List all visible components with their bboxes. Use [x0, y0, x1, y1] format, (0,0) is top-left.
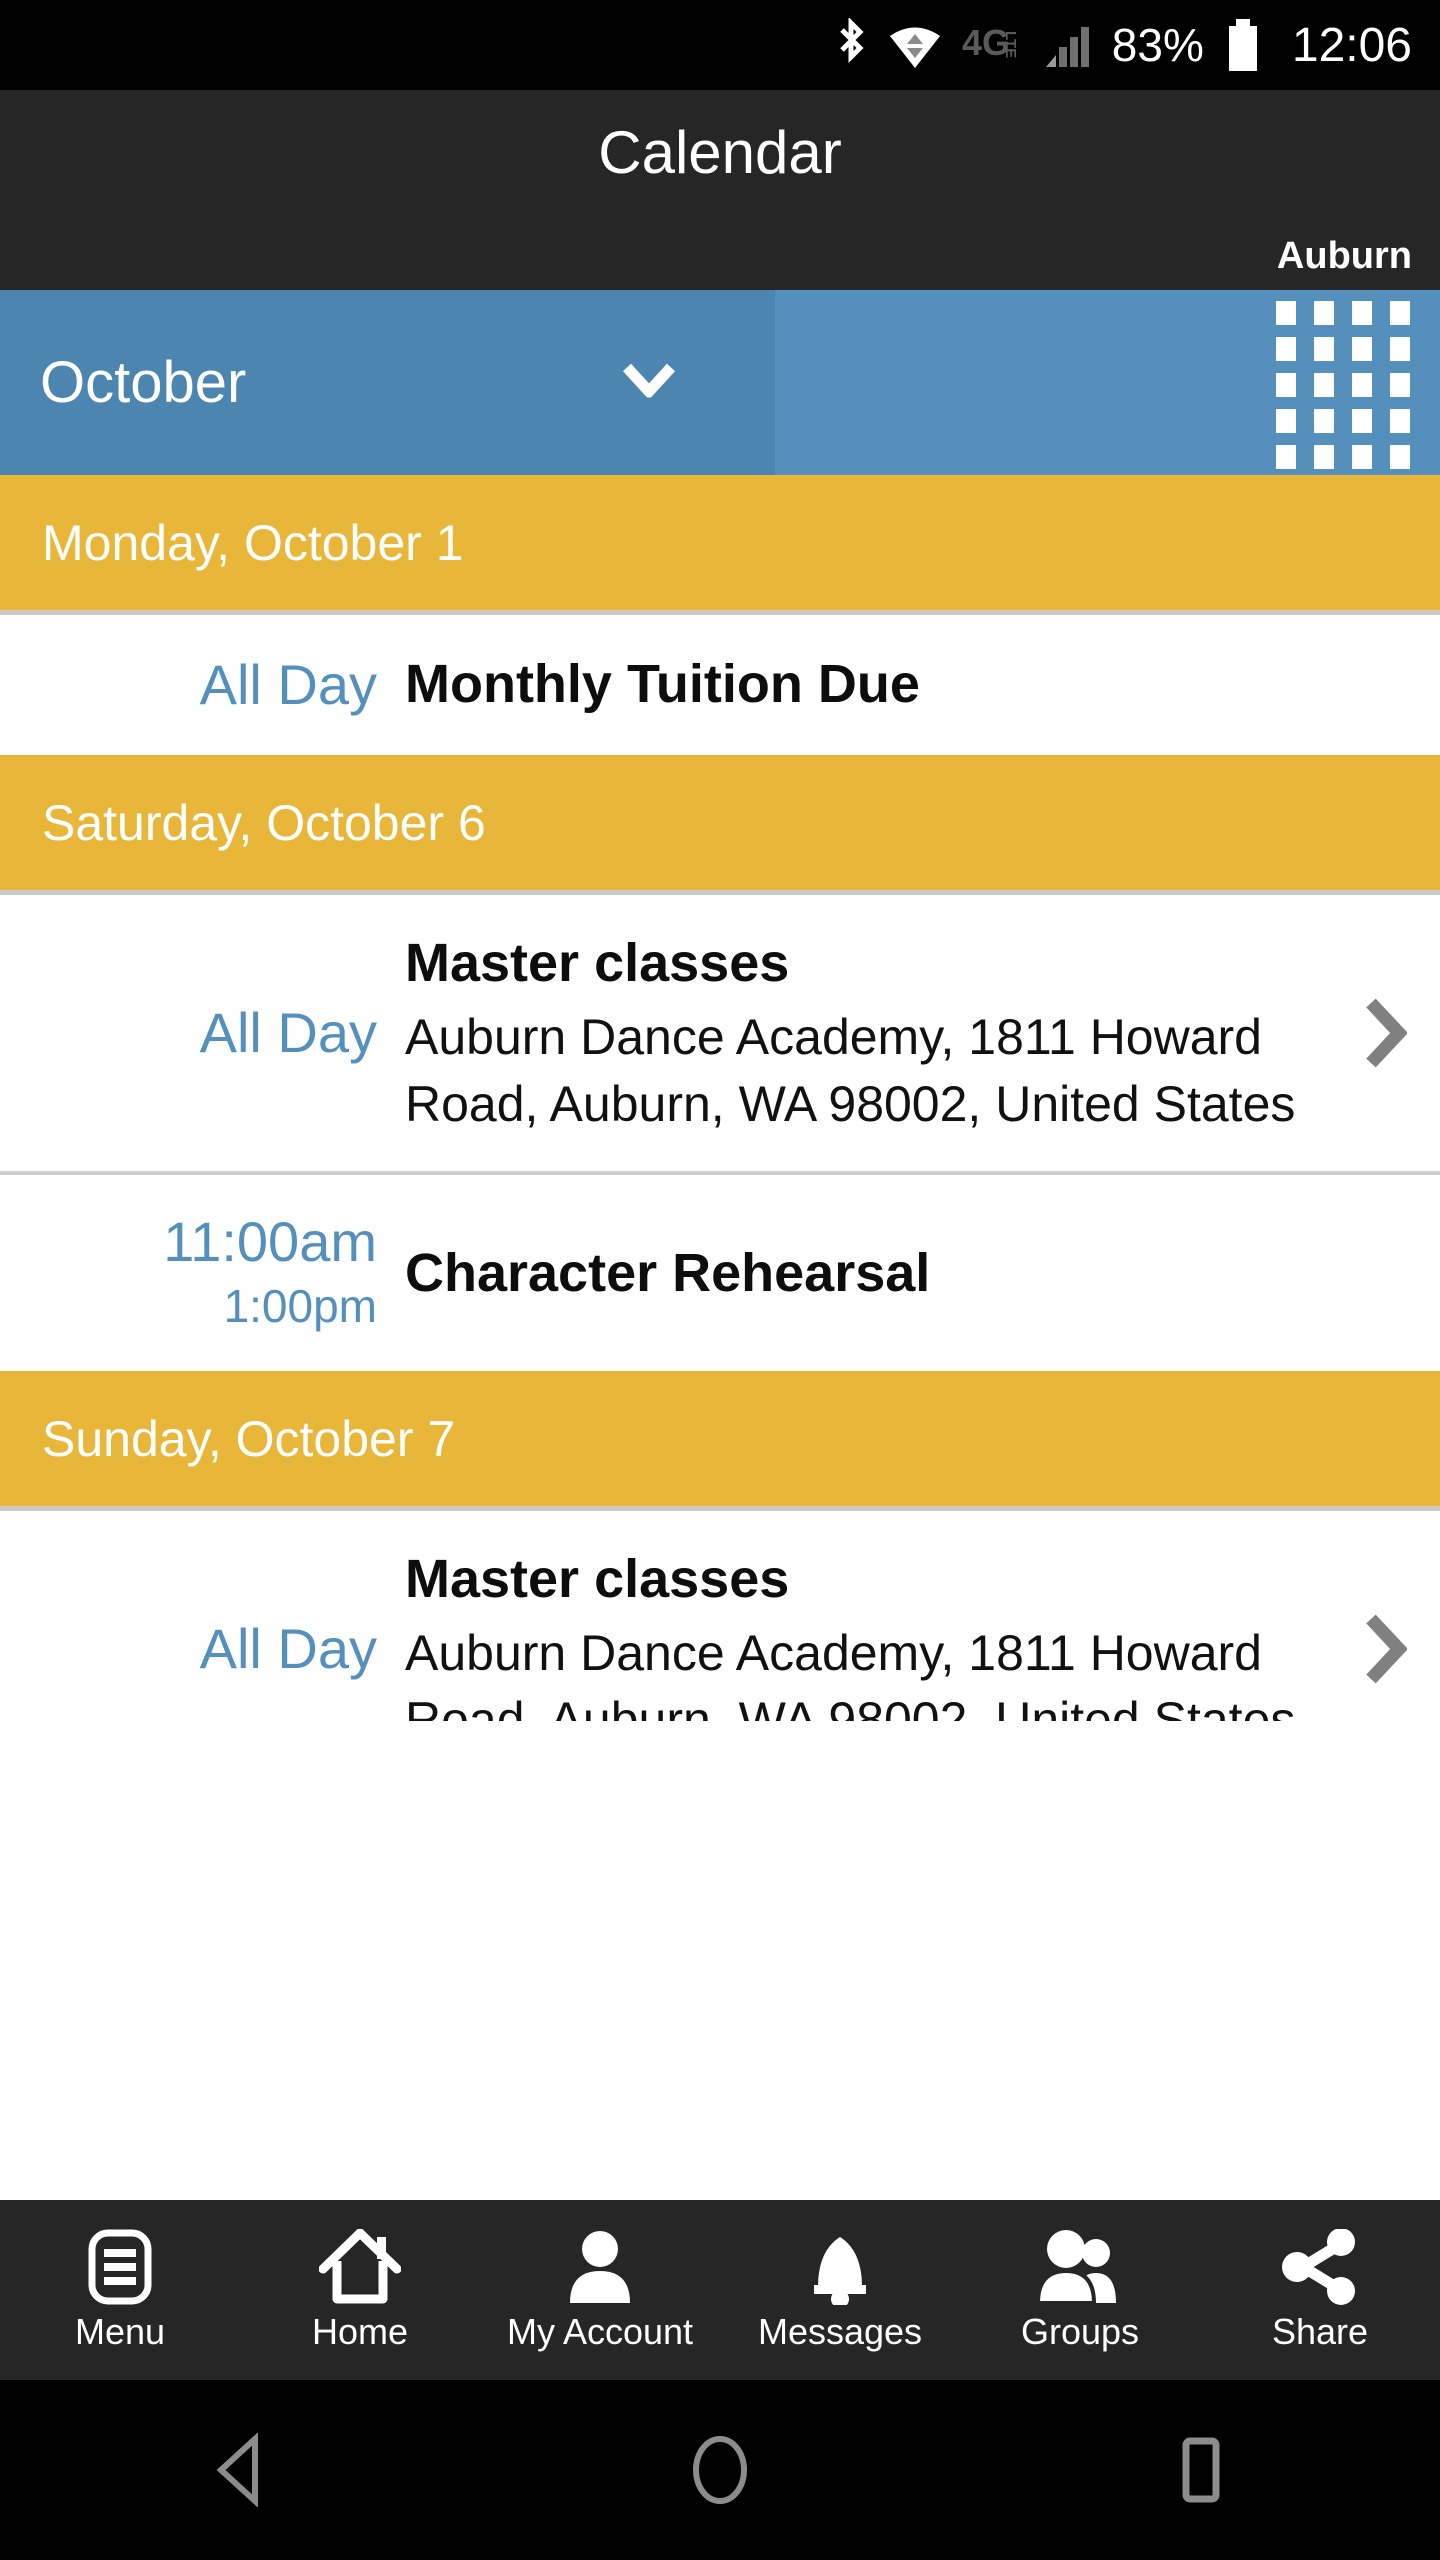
- status-bar: 4G LTE 83% 12:06: [0, 0, 1440, 90]
- event-row[interactable]: All Day Master classes Auburn Dance Acad…: [0, 1511, 1440, 1722]
- event-location: Auburn Dance Academy, 1811 Howard Road, …: [405, 1625, 1296, 1722]
- wifi-icon: [888, 21, 942, 69]
- recents-square-icon[interactable]: [1100, 2433, 1300, 2507]
- event-time: All Day: [0, 1000, 405, 1066]
- tab-label: Messages: [757, 2311, 923, 2352]
- tab-label: Share: [1271, 2311, 1369, 2352]
- event-time-end: 1:00pm: [223, 1280, 377, 1333]
- event-row[interactable]: 11:00am 1:00pm Character Rehearsal: [0, 1175, 1440, 1372]
- menu-icon: [84, 2227, 156, 2305]
- event-row-clipped-wrapper: All Day Master classes Auburn Dance Acad…: [0, 1511, 1440, 1722]
- event-time: All Day: [0, 652, 405, 718]
- event-time: 11:00am 1:00pm: [0, 1209, 405, 1337]
- status-clock: 12:06: [1291, 18, 1412, 72]
- battery-percent: 83%: [1111, 19, 1204, 71]
- month-label: October: [40, 350, 247, 415]
- event-title: Master classes: [405, 1549, 790, 1610]
- calendar-grid-icon: [1276, 300, 1410, 469]
- event-content: Master classes Auburn Dance Academy, 181…: [405, 1545, 1330, 1721]
- svg-text:LTE: LTE: [1002, 31, 1019, 58]
- battery-icon: [1224, 17, 1262, 73]
- chevron-right-icon[interactable]: [1330, 997, 1440, 1069]
- tab-home[interactable]: Home: [240, 2227, 480, 2353]
- tab-my-account[interactable]: My Account: [480, 2227, 720, 2353]
- chevron-down-icon: [622, 363, 676, 402]
- event-title: Monthly Tuition Due: [405, 654, 920, 715]
- bottom-tab-bar: Menu Home My Account Messages Groups Sha…: [0, 2200, 1440, 2380]
- home-circle-icon[interactable]: [620, 2433, 820, 2507]
- day-header-label: Sunday, October 7: [42, 1410, 456, 1467]
- day-header-label: Saturday, October 6: [42, 794, 486, 851]
- day-header: Saturday, October 6: [0, 755, 1440, 895]
- event-row[interactable]: All Day Monthly Tuition Due: [0, 615, 1440, 755]
- event-time-main: All Day: [199, 652, 377, 716]
- event-title: Master classes: [405, 933, 790, 993]
- account-label: Auburn: [1276, 235, 1412, 277]
- bluetooth-icon: [834, 18, 868, 72]
- chevron-right-icon[interactable]: [1330, 1613, 1440, 1685]
- month-dropdown[interactable]: October: [0, 290, 775, 475]
- bell-icon: [804, 2227, 876, 2305]
- event-time-main: 11:00am: [163, 1210, 377, 1274]
- android-navigation-bar: [0, 2380, 1440, 2560]
- people-icon: [1034, 2227, 1126, 2305]
- share-icon: [1279, 2227, 1361, 2305]
- event-content: Character Rehearsal: [405, 1239, 1330, 1308]
- tab-groups[interactable]: Groups: [960, 2227, 1200, 2353]
- tab-messages[interactable]: Messages: [720, 2227, 960, 2353]
- 4glte-icon: 4G LTE: [962, 23, 1024, 67]
- person-icon: [564, 2227, 636, 2305]
- day-header-label: Monday, October 1: [42, 514, 464, 571]
- event-time-main: All Day: [199, 1617, 377, 1681]
- phone-screen: 4G LTE 83% 12:06 Calendar Auburn October…: [0, 0, 1440, 2560]
- day-header: Sunday, October 7: [0, 1371, 1440, 1512]
- signal-icon: [1044, 21, 1092, 69]
- tab-menu[interactable]: Menu: [0, 2227, 240, 2353]
- event-content: Monthly Tuition Due: [405, 650, 1330, 719]
- app-header: Calendar Auburn: [0, 90, 1440, 290]
- tab-label: Groups: [1020, 2311, 1140, 2352]
- event-location: Auburn Dance Academy, 1811 Howard Road, …: [405, 1009, 1296, 1132]
- tab-label: Menu: [74, 2311, 166, 2352]
- day-header: Monday, October 1: [0, 475, 1440, 615]
- tab-label: Home: [311, 2311, 409, 2352]
- home-icon: [319, 2227, 401, 2305]
- tab-share[interactable]: Share: [1200, 2227, 1440, 2353]
- event-row[interactable]: All Day Master classes Auburn Dance Acad…: [0, 895, 1440, 1176]
- event-time: All Day: [0, 1616, 405, 1682]
- event-title: Character Rehearsal: [405, 1242, 931, 1303]
- event-content: Master classes Auburn Dance Academy, 181…: [405, 929, 1330, 1137]
- month-selector-bar: October: [0, 290, 1440, 475]
- back-icon[interactable]: [140, 2433, 340, 2507]
- page-title: Calendar: [598, 119, 842, 186]
- grid-view-button[interactable]: [775, 290, 1440, 475]
- tab-label: My Account: [506, 2311, 694, 2352]
- event-time-main: All Day: [199, 1001, 377, 1065]
